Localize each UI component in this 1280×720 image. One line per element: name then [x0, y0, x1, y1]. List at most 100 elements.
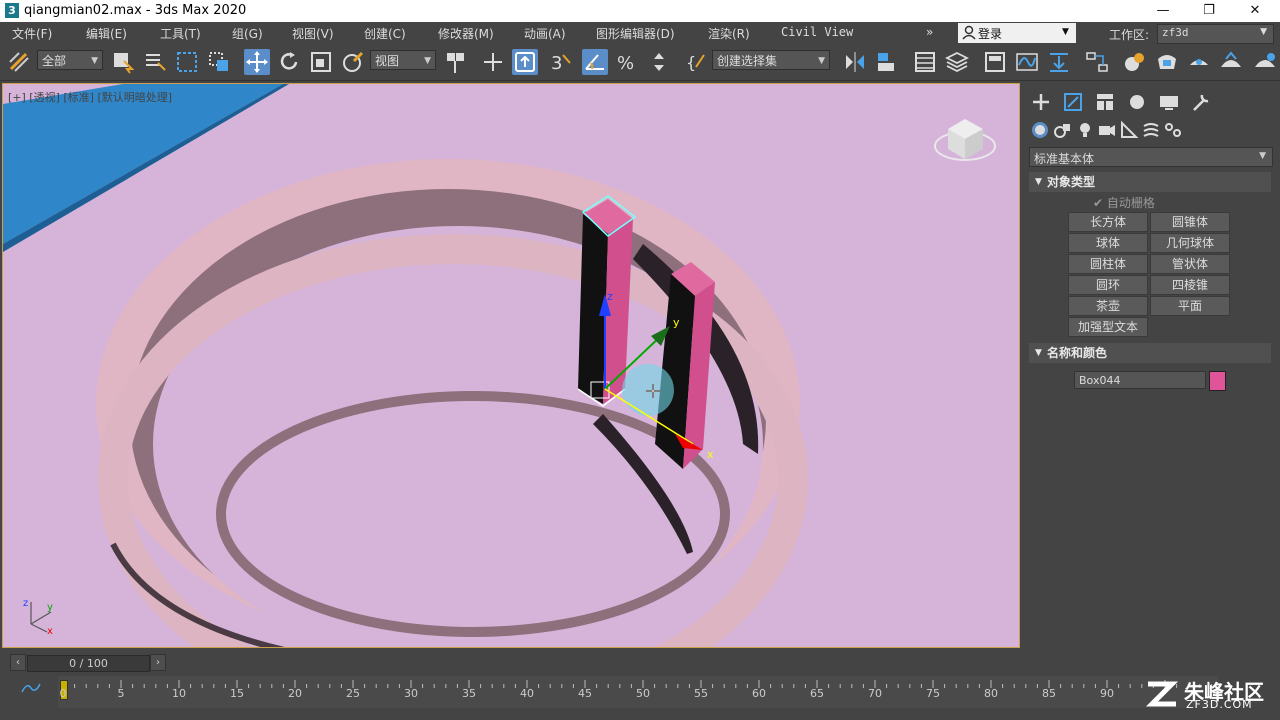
modify-tab-icon[interactable]	[1060, 90, 1086, 114]
align-icon[interactable]	[874, 49, 900, 75]
login-label: 登录	[978, 27, 1003, 41]
link-icon[interactable]	[6, 49, 32, 75]
snap-toggle-icon[interactable]: 3	[548, 49, 574, 75]
text-plus-button[interactable]: 加强型文本	[1068, 317, 1148, 337]
select-manipulate-icon[interactable]	[480, 49, 506, 75]
spacewarps-category-icon[interactable]	[1141, 118, 1161, 142]
keyboard-shortcut-icon[interactable]	[512, 49, 538, 75]
prev-frame-icon[interactable]: ‹	[10, 654, 26, 671]
select-by-name-icon[interactable]	[142, 49, 168, 75]
render-production-icon[interactable]	[1218, 49, 1244, 75]
object-color-swatch[interactable]	[1209, 371, 1226, 391]
cameras-category-icon[interactable]	[1097, 118, 1117, 142]
chevron-down-icon: ▼	[1259, 151, 1266, 161]
curve-editor-icon[interactable]	[1014, 49, 1040, 75]
curve-toggle-icon[interactable]	[20, 680, 42, 696]
cone-button[interactable]: 圆锥体	[1150, 212, 1230, 232]
plane-button[interactable]: 平面	[1150, 296, 1230, 316]
pivot-center-icon[interactable]	[442, 49, 468, 75]
perspective-viewport[interactable]: y z x z y x	[2, 83, 1020, 648]
sphere-button[interactable]: 球体	[1068, 233, 1148, 253]
viewcube-icon[interactable]	[934, 119, 996, 161]
category-dropdown[interactable]: 标准基本体 ▼	[1029, 147, 1273, 167]
object-type-rollout[interactable]: ▼ 对象类型	[1029, 172, 1271, 192]
geosphere-button[interactable]: 几何球体	[1150, 233, 1230, 253]
teapot-button[interactable]: 茶壶	[1068, 296, 1148, 316]
geometry-category-icon[interactable]	[1030, 118, 1050, 142]
scene-canvas: y z x z y x	[3, 84, 996, 647]
chevron-down-icon: ▼	[424, 56, 431, 66]
menu-modifiers[interactable]: 修改器(M)	[438, 25, 494, 42]
move-icon[interactable]	[244, 49, 270, 75]
material-editor-icon[interactable]	[1122, 49, 1148, 75]
maximize-button[interactable]: ❐	[1186, 0, 1232, 22]
svg-text:y: y	[47, 602, 53, 613]
rollout-collapse-icon: ▼	[1035, 177, 1042, 187]
percent-snap-icon[interactable]: %	[614, 49, 640, 75]
menu-rendering[interactable]: 渲染(R)	[708, 25, 750, 42]
viewport-label[interactable]: [+] [透视] [标准] [默认明暗处理]	[8, 89, 172, 105]
workspace-select[interactable]: zf3d ▼	[1157, 24, 1274, 44]
track-tick-label: 80	[984, 687, 998, 700]
shapes-category-icon[interactable]	[1053, 118, 1073, 142]
edit-named-selection-icon[interactable]: {	[684, 49, 710, 75]
login-button[interactable]: 登录 ▼	[958, 23, 1076, 43]
reference-coord-dropdown[interactable]: 视图 ▼	[370, 50, 436, 70]
autogrid-checkbox[interactable]: ✔ 自动栅格	[1093, 194, 1155, 211]
object-name-input[interactable]: Box044	[1074, 371, 1206, 389]
selection-filter-dropdown[interactable]: 全部 ▼	[37, 50, 103, 70]
helpers-category-icon[interactable]	[1119, 118, 1139, 142]
menu-group[interactable]: 组(G)	[232, 25, 263, 42]
name-color-header: 名称和颜色	[1047, 346, 1108, 360]
select-object-icon[interactable]	[110, 49, 136, 75]
torus-button[interactable]: 圆环	[1068, 275, 1148, 295]
menu-edit[interactable]: 编辑(E)	[86, 25, 127, 42]
gizmo-x-label: x	[707, 448, 714, 461]
lights-category-icon[interactable]	[1075, 118, 1095, 142]
title-bar: 3 qiangmian02.max - 3ds Max 2020 — ❐ ✕	[0, 0, 1280, 22]
scale-icon[interactable]	[308, 49, 334, 75]
next-frame-icon[interactable]: ›	[150, 654, 166, 671]
minimize-button[interactable]: —	[1140, 0, 1186, 22]
hierarchy-tab-icon[interactable]	[1092, 90, 1118, 114]
cylinder-button[interactable]: 圆柱体	[1068, 254, 1148, 274]
menu-civil-view[interactable]: Civil View	[781, 25, 853, 39]
create-tab-icon[interactable]	[1028, 90, 1054, 114]
display-tab-icon[interactable]	[1156, 90, 1182, 114]
mirror-icon[interactable]	[842, 49, 868, 75]
layer-explorer-icon[interactable]	[944, 49, 970, 75]
utilities-tab-icon[interactable]	[1188, 90, 1214, 114]
pyramid-button[interactable]: 四棱锥	[1150, 275, 1230, 295]
box-button[interactable]: 长方体	[1068, 212, 1148, 232]
render-iterative-icon[interactable]	[1252, 49, 1278, 75]
rect-selection-icon[interactable]	[174, 49, 200, 75]
dope-sheet-icon[interactable]	[1046, 49, 1072, 75]
close-button[interactable]: ✕	[1232, 0, 1278, 22]
render-frame-icon[interactable]	[1186, 49, 1212, 75]
schematic-view-icon[interactable]	[1084, 49, 1110, 75]
motion-tab-icon[interactable]	[1124, 90, 1150, 114]
systems-category-icon[interactable]	[1163, 118, 1183, 142]
svg-text:z: z	[23, 598, 28, 609]
tube-button[interactable]: 管状体	[1150, 254, 1230, 274]
menu-graph-editors[interactable]: 图形编辑器(D)	[596, 25, 675, 42]
menu-overflow-icon[interactable]: »	[926, 25, 933, 39]
watermark-url: ZF3D.COM	[1186, 698, 1253, 711]
reference-coord-value: 视图	[375, 54, 400, 68]
menu-view[interactable]: 视图(V)	[292, 25, 334, 42]
ribbon-toggle-icon[interactable]	[982, 49, 1008, 75]
angle-snap-icon[interactable]	[582, 49, 608, 75]
named-selection-dropdown[interactable]: 创建选择集 ▼	[712, 50, 830, 70]
render-setup-icon[interactable]	[1154, 49, 1180, 75]
spinner-snap-icon[interactable]	[646, 49, 672, 75]
menu-file[interactable]: 文件(F)	[12, 25, 52, 42]
placement-icon[interactable]	[340, 49, 366, 75]
time-slider[interactable]: 0 / 100	[27, 655, 150, 672]
rotate-icon[interactable]	[276, 49, 302, 75]
menu-animation[interactable]: 动画(A)	[524, 25, 566, 42]
menu-create[interactable]: 创建(C)	[364, 25, 406, 42]
menu-tools[interactable]: 工具(T)	[160, 25, 201, 42]
scene-explorer-icon[interactable]	[912, 49, 938, 75]
window-crossing-icon[interactable]	[206, 49, 232, 75]
name-color-rollout[interactable]: ▼ 名称和颜色	[1029, 343, 1271, 363]
